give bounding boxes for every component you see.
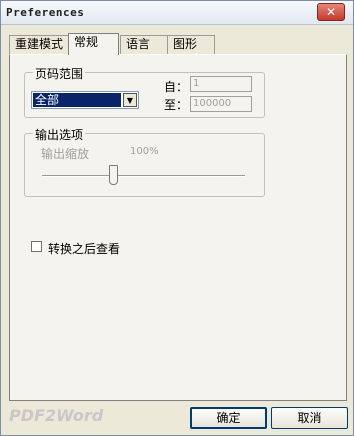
- close-button[interactable]: ✕: [317, 3, 345, 21]
- window-title: Preferences: [6, 6, 85, 19]
- output-zoom-value: 100%: [130, 146, 159, 157]
- close-icon: ✕: [325, 5, 337, 19]
- pdf2word-watermark: PDF2Word: [9, 406, 104, 425]
- output-zoom-label: 输出缩放: [41, 147, 90, 161]
- output-options-group-label: 输出选项: [33, 126, 86, 143]
- tab-general[interactable]: 常规: [68, 33, 119, 55]
- page-range-select-value: 全部: [33, 93, 121, 107]
- cancel-button[interactable]: 取消: [271, 407, 348, 429]
- page-range-select[interactable]: 全部 ▼: [31, 91, 139, 109]
- dropdown-arrow-icon[interactable]: ▼: [123, 93, 137, 107]
- from-page-input[interactable]: 1: [190, 76, 252, 92]
- page-range-group-label: 页码范围: [33, 65, 86, 82]
- to-label: 至：: [164, 98, 189, 112]
- general-tab-panel: 页码范围 全部 ▼ 自： 1 至： 100000 输出选项 输出缩放 100% …: [9, 54, 347, 401]
- zoom-slider-track[interactable]: [42, 175, 245, 177]
- preferences-window: Preferences ✕ 重建模式 常规 语言 图形 页码范围 全部 ▼ 自：…: [0, 0, 354, 436]
- view-after-convert-checkbox[interactable]: [31, 241, 42, 252]
- view-after-convert-label[interactable]: 转换之后查看: [48, 240, 120, 257]
- output-options-group: 输出选项: [24, 126, 265, 197]
- from-label: 自：: [164, 80, 189, 94]
- tab-graphics[interactable]: 图形: [167, 35, 215, 54]
- zoom-slider-thumb[interactable]: [109, 165, 118, 185]
- tab-strip: 重建模式 常规 语言 图形: [9, 33, 349, 55]
- tab-language[interactable]: 语言: [120, 35, 168, 54]
- title-bar[interactable]: Preferences ✕: [1, 1, 353, 25]
- to-page-input[interactable]: 100000: [190, 96, 252, 112]
- ok-button[interactable]: 确定: [190, 407, 267, 429]
- tab-rebuild-mode[interactable]: 重建模式: [9, 35, 69, 54]
